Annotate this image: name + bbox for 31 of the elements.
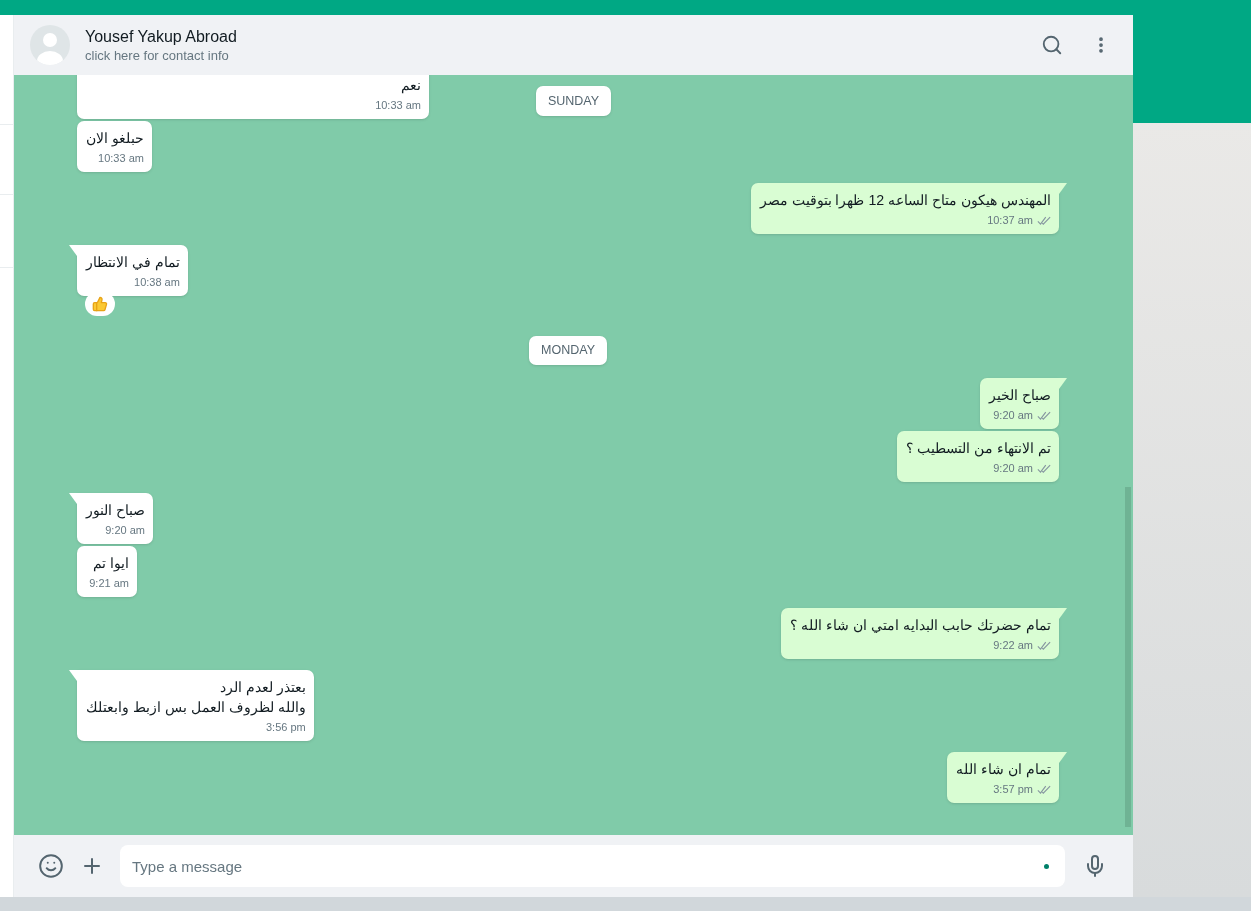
message-text: صباح الخير: [989, 386, 1051, 405]
message-text: تمام في الانتظار: [86, 253, 180, 272]
contact-info-link[interactable]: click here for contact info: [85, 46, 237, 65]
message-text: والله لظروف العمل بس ازبط وابعتلك: [86, 698, 306, 717]
thumbs-up-icon: [92, 296, 108, 312]
message-time: 10:37 am: [987, 213, 1033, 228]
message-time: 9:20 am: [993, 408, 1033, 423]
message-time: 9:21 am: [89, 576, 129, 591]
message-time: 3:57 pm: [993, 782, 1033, 797]
message-time: 10:33 am: [375, 98, 421, 113]
message-text: تم الانتهاء من التسطيب ؟: [906, 439, 1051, 458]
message-time: 3:56 pm: [265, 720, 306, 735]
message-text: المهندس هيكون متاح الساعه 12 ظهرا بتوقيت مصر: [759, 191, 1051, 210]
message-text: بعتذر لعدم الرد: [218, 678, 306, 697]
message-time: 10:38 am: [134, 275, 180, 290]
message-text: تمام ان شاء الله: [956, 760, 1051, 779]
message-time: 9:22 am: [993, 638, 1033, 653]
message-input[interactable]: Type a message: [120, 845, 1065, 887]
message-time: 9:20 am: [105, 523, 145, 538]
message-text: تمام حضرتك حابب البدايه امتي ان شاء الله ؟: [790, 616, 1051, 635]
message-text: ايوا تم: [92, 554, 129, 573]
message-time: 9:20 am: [993, 461, 1033, 476]
contact-name[interactable]: Yousef Yakup Abroad: [85, 25, 237, 47]
date-chip: MONDAY: [529, 336, 607, 365]
message-text: صباح النور: [86, 501, 145, 520]
date-chip: SUNDAY: [535, 86, 612, 116]
emoji-icon[interactable]: [38, 853, 64, 879]
message-text: نعم: [400, 76, 421, 95]
message-text: حبلغو الان: [86, 129, 144, 148]
message-time: 10:33 am: [98, 151, 144, 166]
search-icon[interactable]: [1041, 34, 1063, 56]
